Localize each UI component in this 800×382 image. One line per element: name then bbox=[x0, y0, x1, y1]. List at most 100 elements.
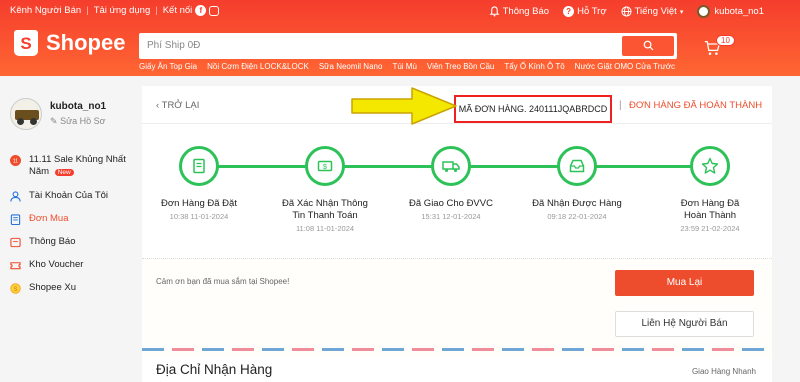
sidebar-item-label: Tài Khoản Của Tôi bbox=[29, 190, 109, 201]
notifications-label: Thông Báo bbox=[502, 6, 550, 17]
svg-text:S: S bbox=[13, 286, 17, 293]
thank-you-message: Cảm ơn bạn đã mua sắm tại Shopee! bbox=[156, 277, 290, 286]
bell-icon bbox=[489, 6, 500, 17]
avatar bbox=[697, 5, 711, 18]
header: Kênh Người Bán | Tải ứng dụng | Kết nối … bbox=[0, 0, 800, 76]
money-icon: $ bbox=[317, 160, 333, 172]
suggestion-link[interactable]: Túi Mù bbox=[392, 62, 416, 71]
sidebar-item-sale[interactable]: 11 11.11 Sale Khủng Nhất Năm New bbox=[10, 154, 140, 179]
sale-icon: 11 bbox=[10, 155, 21, 166]
highlight-arrow bbox=[351, 87, 457, 125]
truck-icon bbox=[442, 161, 460, 172]
help-link[interactable]: ? Hỗ Trợ bbox=[563, 6, 607, 17]
voucher-icon bbox=[10, 262, 21, 270]
suggestion-link[interactable]: Nồi Cơm Điện LOCK&LOCK bbox=[207, 62, 309, 71]
top-nav: Kênh Người Bán | Tải ứng dụng | Kết nối … bbox=[10, 5, 790, 19]
back-button[interactable]: ‹ TRỞ LẠI bbox=[156, 100, 199, 111]
step-received: Đã Nhận Được Hàng 09:18 22-01-2024 bbox=[517, 146, 637, 221]
order-number: MÃ ĐƠN HÀNG. 240111JQABRDCD bbox=[454, 95, 612, 123]
step-label: Đã Nhận Được Hàng bbox=[532, 198, 622, 209]
search-bar: Phí Ship 0Đ bbox=[139, 33, 677, 59]
download-app-link[interactable]: Tải ứng dụng bbox=[94, 5, 151, 16]
chevron-left-icon: ‹ bbox=[156, 100, 160, 111]
envelope-border bbox=[142, 348, 772, 351]
buy-again-button[interactable]: Mua Lại bbox=[615, 270, 754, 296]
address-title: Địa Chỉ Nhận Hàng bbox=[156, 362, 273, 377]
step-time: 09:18 22-01-2024 bbox=[547, 212, 607, 221]
inbox-icon bbox=[569, 159, 585, 173]
shopping-bag-icon: S bbox=[14, 30, 38, 56]
notifications-link[interactable]: Thông Báo bbox=[489, 6, 549, 17]
profile-username: kubota_no1 bbox=[50, 101, 107, 112]
search-button[interactable] bbox=[622, 36, 674, 56]
search-input[interactable]: Phí Ship 0Đ bbox=[147, 40, 200, 51]
sidebar-item-label: Đơn Mua bbox=[29, 213, 69, 224]
shopee-logo[interactable]: S Shopee bbox=[14, 30, 125, 56]
step-time: 11:08 11-01-2024 bbox=[295, 224, 355, 233]
language-selector[interactable]: Tiếng Việt ▾ bbox=[620, 6, 684, 17]
order-status: ĐƠN HÀNG ĐÃ HOÀN THÀNH bbox=[629, 100, 763, 111]
bell-icon bbox=[10, 237, 21, 248]
nav-separator: | bbox=[86, 5, 89, 16]
contact-seller-button[interactable]: Liên Hệ Người Bán bbox=[615, 311, 754, 337]
order-icon bbox=[10, 214, 21, 225]
suggestion-link[interactable]: Sữa Neomil Nano bbox=[319, 62, 383, 71]
username-label: kubota_no1 bbox=[714, 6, 764, 17]
sidebar-item-notifications[interactable]: Thông Báo bbox=[10, 236, 140, 248]
language-label: Tiếng Việt bbox=[634, 6, 677, 17]
user-menu[interactable]: kubota_no1 bbox=[697, 5, 764, 18]
search-icon bbox=[643, 40, 653, 51]
suggestion-link[interactable]: Nước Giặt OMO Cửa Trước bbox=[575, 62, 675, 71]
order-detail-panel: ‹ TRỞ LẠI MÃ ĐƠN HÀNG. 240111JQABRDCD | … bbox=[142, 86, 772, 382]
step-handed-to-carrier: Đã Giao Cho ĐVVC 15:31 12-01-2024 bbox=[391, 146, 511, 221]
help-label: Hỗ Trợ bbox=[577, 6, 607, 17]
svg-text:11: 11 bbox=[13, 159, 18, 165]
seller-channel-link[interactable]: Kênh Người Bán bbox=[10, 5, 81, 16]
sidebar-item-vouchers[interactable]: Kho Voucher bbox=[10, 259, 140, 271]
sidebar-menu: 11 11.11 Sale Khủng Nhất Năm New Tài Kho… bbox=[10, 154, 140, 305]
user-icon bbox=[10, 191, 21, 202]
sidebar-item-label: Thông Báo bbox=[29, 236, 76, 247]
step-payment-confirmed: $ Đã Xác Nhận Thông Tin Thanh Toán 11:08… bbox=[265, 146, 385, 233]
logo-text: Shopee bbox=[46, 30, 126, 55]
edit-profile-link[interactable]: ✎ Sửa Hồ Sơ bbox=[50, 116, 106, 127]
star-icon bbox=[701, 157, 719, 174]
instagram-icon[interactable] bbox=[209, 5, 220, 16]
nav-separator: | bbox=[155, 5, 158, 16]
cart-count-badge: 10 bbox=[716, 35, 735, 46]
edit-profile-label: Sửa Hồ Sơ bbox=[60, 116, 106, 126]
suggestion-link[interactable]: Viên Treo Bồn Cầu bbox=[427, 62, 494, 71]
coin-icon: S bbox=[10, 283, 21, 294]
step-time: 15:31 12-01-2024 bbox=[421, 212, 481, 221]
chevron-down-icon: ▾ bbox=[679, 8, 684, 16]
step-time: 23:59 21-02-2024 bbox=[680, 224, 740, 233]
header-separator: | bbox=[619, 100, 622, 111]
step-label: Đơn Hàng Đã Đặt bbox=[161, 198, 237, 209]
connect-label: Kết nối bbox=[162, 5, 193, 16]
pencil-icon: ✎ bbox=[50, 116, 58, 126]
step-time: 10:38 11-01-2024 bbox=[169, 212, 229, 221]
globe-icon bbox=[620, 6, 632, 17]
svg-text:$: $ bbox=[323, 164, 327, 171]
question-icon: ? bbox=[563, 6, 575, 17]
step-completed: Đơn Hàng Đã Hoàn Thành 23:59 21-02-2024 bbox=[650, 146, 770, 233]
profile-avatar[interactable] bbox=[10, 98, 42, 130]
facebook-icon[interactable]: f bbox=[195, 5, 207, 16]
step-order-placed: Đơn Hàng Đã Đặt 10:38 11-01-2024 bbox=[139, 146, 259, 221]
new-badge: New bbox=[54, 169, 74, 176]
sidebar-item-account[interactable]: Tài Khoản Của Tôi bbox=[10, 190, 140, 202]
step-label: Đơn Hàng Đã Hoàn Thành bbox=[680, 198, 740, 221]
step-label: Đã Giao Cho ĐVVC bbox=[409, 198, 493, 209]
shipping-carrier: Giao Hàng Nhanh bbox=[691, 367, 756, 376]
search-suggestions: Giấy Ăn Top Gia Nồi Cơm Điện LOCK&LOCK S… bbox=[139, 62, 685, 71]
receipt-icon bbox=[193, 158, 205, 174]
suggestion-link[interactable]: Giấy Ăn Top Gia bbox=[139, 62, 197, 71]
step-label: Đã Xác Nhận Thông Tin Thanh Toán bbox=[282, 198, 368, 221]
account-sidebar: kubota_no1 ✎ Sửa Hồ Sơ 11 11.11 Sale Khủ… bbox=[0, 76, 140, 382]
suggestion-link[interactable]: Tẩy Ố Kính Ô Tô bbox=[504, 62, 564, 71]
actions-section: Cảm ơn bạn đã mua sắm tại Shopee! Mua Lạ… bbox=[142, 258, 772, 358]
sidebar-item-label: Shopee Xu bbox=[29, 282, 77, 293]
sidebar-item-shopee-coins[interactable]: S Shopee Xu bbox=[10, 282, 140, 294]
sidebar-item-orders[interactable]: Đơn Mua bbox=[10, 213, 140, 225]
sidebar-item-label: 11.11 Sale Khủng Nhất Năm bbox=[29, 154, 126, 177]
